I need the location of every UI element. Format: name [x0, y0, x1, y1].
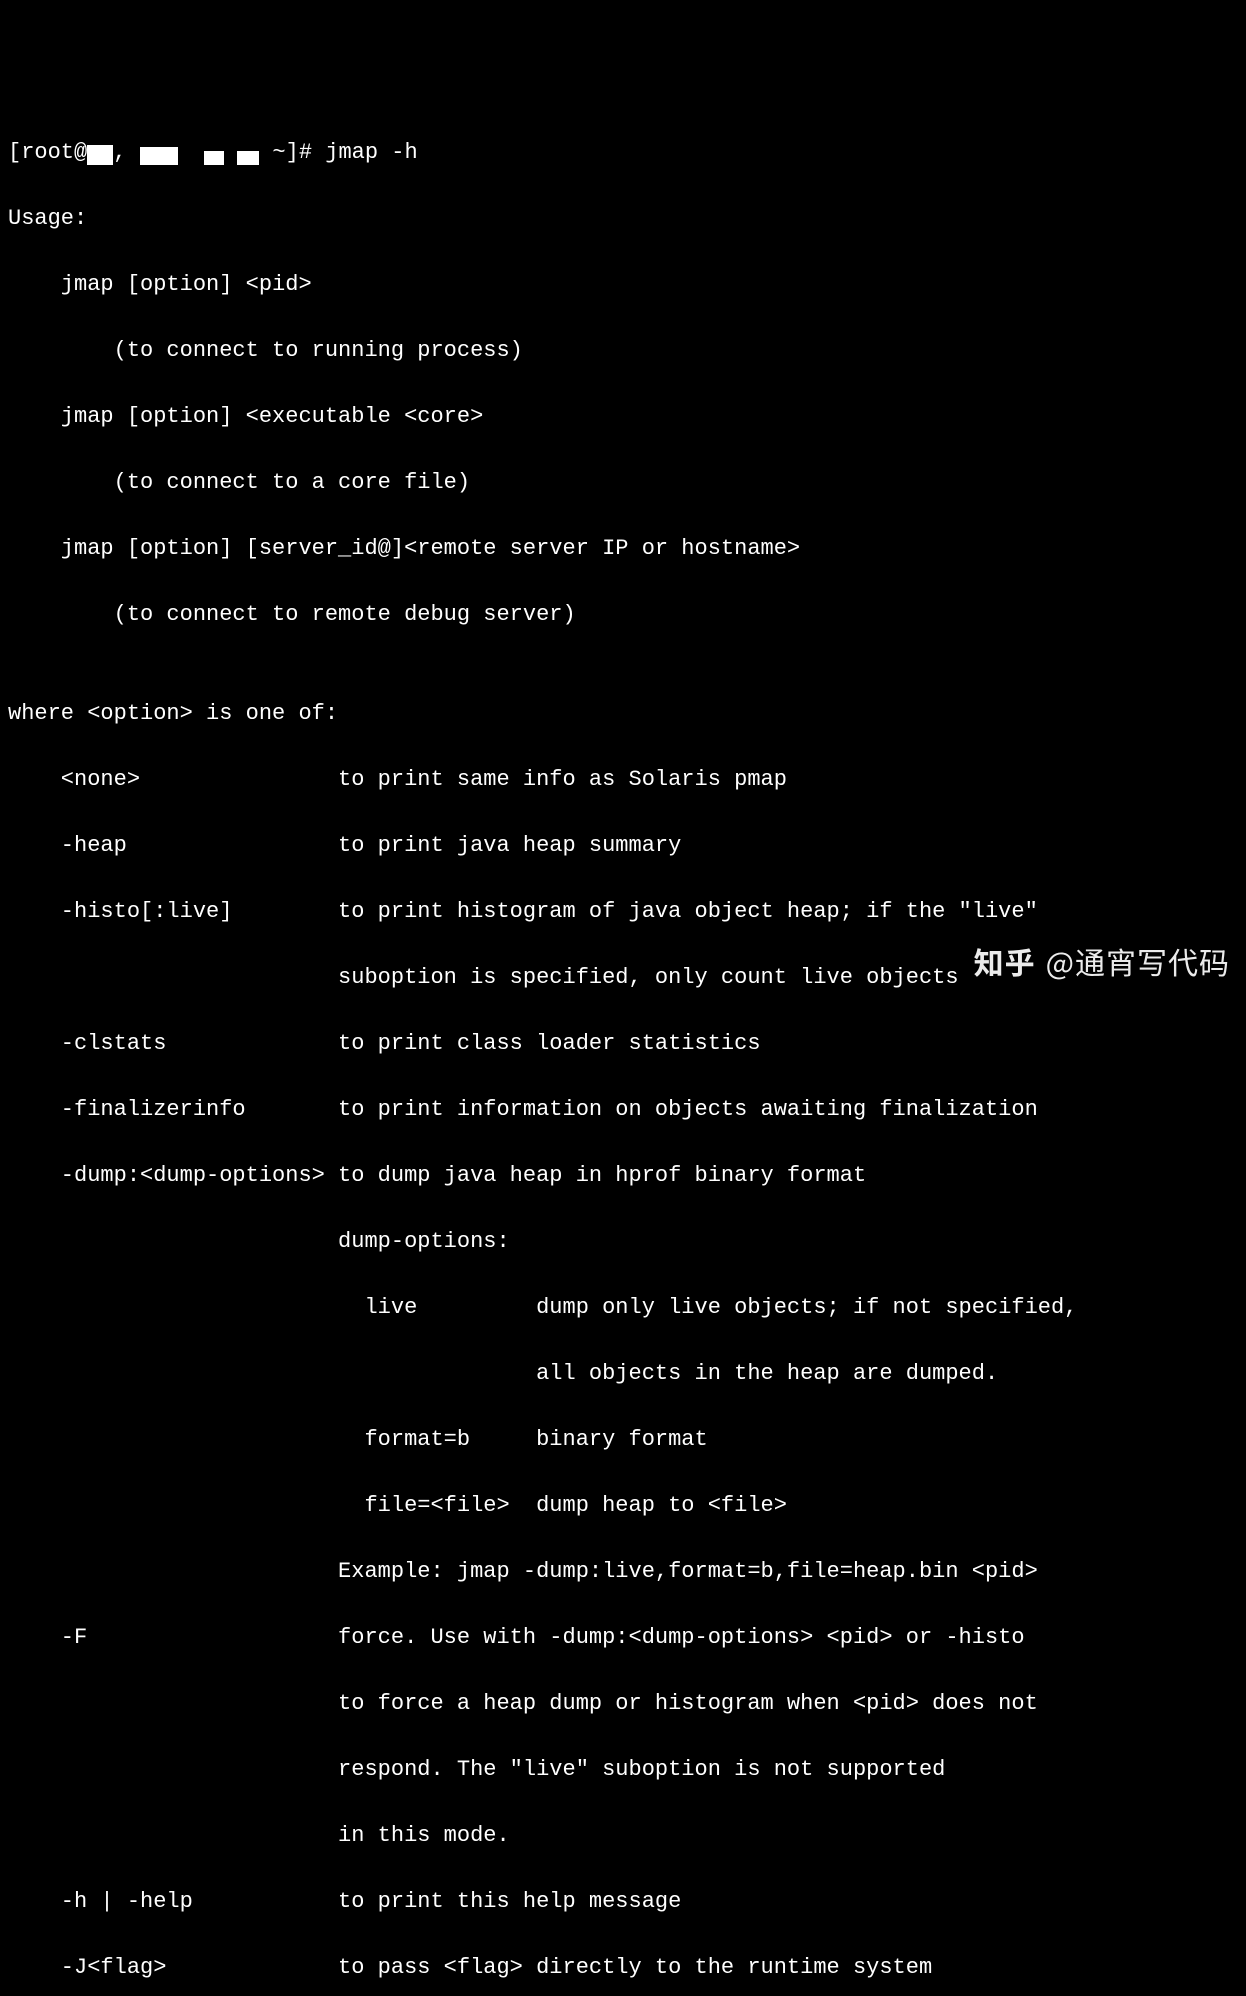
prompt-suffix: ~]# — [259, 140, 325, 165]
output-line: live dump only live objects; if not spec… — [8, 1291, 1238, 1324]
output-line: -F force. Use with -dump:<dump-options> … — [8, 1621, 1238, 1654]
zhihu-logo-icon: 知乎 — [974, 939, 1036, 984]
output-line: format=b binary format — [8, 1423, 1238, 1456]
output-line: -clstats to print class loader statistic… — [8, 1027, 1238, 1060]
output-line: -heap to print java heap summary — [8, 829, 1238, 862]
command-text: jmap -h — [325, 140, 417, 165]
prompt-line: [root@, ~]# jmap -h — [8, 136, 1238, 169]
output-line: Usage: — [8, 202, 1238, 235]
output-line: (to connect to running process) — [8, 334, 1238, 367]
output-line: respond. The "live" suboption is not sup… — [8, 1753, 1238, 1786]
output-line: -h | -help to print this help message — [8, 1885, 1238, 1918]
output-line: file=<file> dump heap to <file> — [8, 1489, 1238, 1522]
output-line: (to connect to a core file) — [8, 466, 1238, 499]
output-line: to force a heap dump or histogram when <… — [8, 1687, 1238, 1720]
output-line: (to connect to remote debug server) — [8, 598, 1238, 631]
redacted-seg-2 — [204, 151, 224, 165]
output-line: all objects in the heap are dumped. — [8, 1357, 1238, 1390]
output-line: -finalizerinfo to print information on o… — [8, 1093, 1238, 1126]
output-line: Example: jmap -dump:live,format=b,file=h… — [8, 1555, 1238, 1588]
output-line: -dump:<dump-options> to dump java heap i… — [8, 1159, 1238, 1192]
output-line: jmap [option] <pid> — [8, 268, 1238, 301]
output-line: -J<flag> to pass <flag> directly to the … — [8, 1951, 1238, 1984]
watermark: 知乎 @通宵写代码 — [974, 939, 1230, 984]
redacted-seg-1 — [140, 147, 178, 165]
output-line: dump-options: — [8, 1225, 1238, 1258]
output-line: <none> to print same info as Solaris pma… — [8, 763, 1238, 796]
output-line: in this mode. — [8, 1819, 1238, 1852]
prompt-mid3 — [224, 140, 237, 165]
watermark-text: @通宵写代码 — [1046, 939, 1230, 984]
output-line: where <option> is one of: — [8, 697, 1238, 730]
output-line: jmap [option] [server_id@]<remote server… — [8, 532, 1238, 565]
output-line: jmap [option] <executable <core> — [8, 400, 1238, 433]
redacted-host — [87, 145, 113, 165]
prompt-mid1: , — [113, 140, 126, 165]
prompt-prefix: [root@ — [8, 140, 87, 165]
prompt-mid2 — [178, 140, 191, 165]
output-line: -histo[:live] to print histogram of java… — [8, 895, 1238, 928]
redacted-seg-3 — [237, 151, 259, 165]
